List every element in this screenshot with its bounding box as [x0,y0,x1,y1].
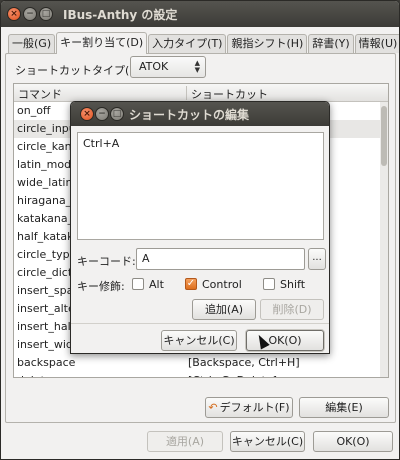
ok-button[interactable]: OK(O) [313,431,393,452]
shift-checkbox-label[interactable]: Shift [280,278,305,291]
command-cell: circle_inpu [17,122,76,135]
command-cell: half_katak [17,230,74,243]
tab-dictionary[interactable]: 辞書(Y) [308,34,354,53]
command-cell: on_off [17,104,51,117]
dialog-close-icon[interactable]: × [80,107,94,121]
command-cell: insert_half [17,320,75,333]
command-cell: wide_latin [17,176,73,189]
dialog-cancel-button[interactable]: キャンセル(C) [161,330,237,351]
maximize-icon[interactable]: □ [39,7,53,21]
list-header: コマンド ショートカット [14,84,388,102]
default-button[interactable]: ↶ デフォルト(F) [205,397,293,418]
command-cell: backspace [17,356,76,369]
alt-checkbox-label[interactable]: Alt [149,278,164,291]
updown-arrows-icon: ▲ ▼ [194,59,200,74]
column-separator [186,86,187,100]
command-cell: circle_typi [17,248,73,261]
default-button-label: デフォルト(F) [219,401,290,414]
shortcut-type-value: ATOK [139,60,169,73]
keycode-label: キーコード: [77,255,136,268]
tab-about[interactable]: 情報(U) [354,34,399,53]
cancel-button[interactable]: キャンセル(C) [230,431,305,452]
shortcut-entry[interactable]: Ctrl+A [83,137,318,150]
command-cell: insert_spa [17,284,74,297]
shift-checkbox[interactable] [263,278,275,290]
minimize-icon[interactable]: − [23,7,37,21]
command-cell: insert_wid [17,338,73,351]
list-scrollbar[interactable] [380,102,388,377]
column-header-command[interactable]: コマンド [18,86,62,102]
delete-button[interactable]: 削除(D) [260,299,324,320]
table-row[interactable]: delete [Ctrl+G, Delete] [14,372,380,377]
dialog-titlebar[interactable]: × − □ ショートカットの編集 [71,102,329,126]
window-title: IBus-Anthy の設定 [63,8,178,22]
command-cell: insert_alte [17,302,75,315]
revert-arrow-icon: ↶ [208,401,218,414]
table-row[interactable]: backspace [Backspace, Ctrl+H] [14,354,380,372]
tab-input-type[interactable]: 入力タイプ(T) [148,34,227,53]
command-cell: katakana_ [17,212,74,225]
add-button[interactable]: 追加(A) [192,299,256,320]
dialog-divider [71,323,329,324]
dialog-title: ショートカットの編集 [129,108,250,122]
keycode-input[interactable]: A [136,248,305,270]
dialog-minimize-icon[interactable]: − [95,107,109,121]
edit-shortcut-dialog: × − □ ショートカットの編集 Ctrl+A キーコード: A ... キー修… [70,101,330,354]
window-titlebar[interactable]: × − □ IBus-Anthy の設定 [1,1,399,27]
shortcut-cell: [Ctrl+G, Delete] [188,372,277,377]
control-checkbox[interactable]: ✓ [185,278,197,290]
command-cell: circle_dict [17,266,73,279]
alt-checkbox[interactable] [132,278,144,290]
close-icon[interactable]: × [7,7,21,21]
shortcut-list-box[interactable]: Ctrl+A [77,132,324,240]
apply-button[interactable]: 適用(A) [147,431,223,452]
shortcut-type-select[interactable]: ATOK ▲ ▼ [130,56,206,78]
dialog-maximize-icon[interactable]: □ [110,107,124,121]
shortcut-type-label: ショートカットタイプ(S): [15,64,145,77]
shortcut-cell: [Backspace, Ctrl+H] [188,356,300,369]
scrollbar-thumb[interactable] [381,106,387,166]
command-cell: latin_mod [17,158,72,171]
column-header-shortcut[interactable]: ショートカット [191,86,268,102]
control-checkbox-label[interactable]: Control [202,278,242,291]
tab-thumb-shift[interactable]: 親指シフト(H) [227,34,308,53]
keycode-browse-button[interactable]: ... [308,248,326,270]
edit-button[interactable]: 編集(E) [299,397,389,418]
modifier-label: キー修飾: [77,280,125,293]
tab-key-assignment[interactable]: キー割り当て(D) [56,32,148,54]
command-cell: delete [17,372,52,377]
tab-general[interactable]: 一般(G) [8,34,56,53]
settings-tabs: 一般(G) キー割り当て(D) 入力タイプ(T) 親指シフト(H) 辞書(Y) … [8,32,399,54]
